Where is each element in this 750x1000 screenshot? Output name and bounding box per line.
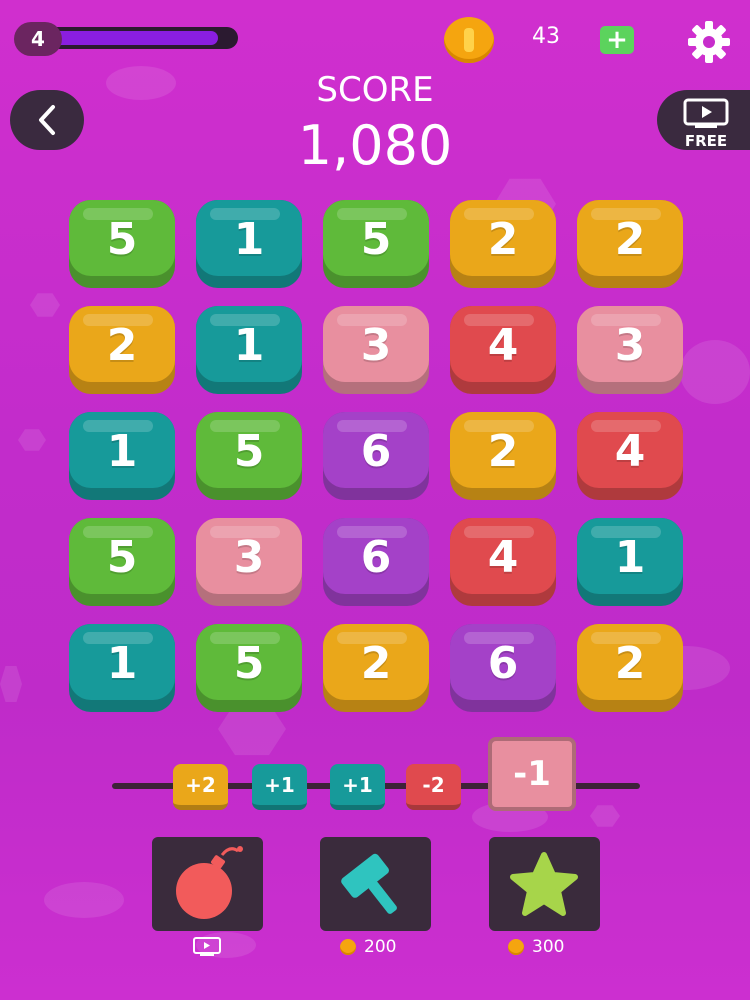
board-tile[interactable]: 1 xyxy=(577,518,683,606)
board-tile[interactable]: 1 xyxy=(69,624,175,712)
board-tile-value: 2 xyxy=(487,426,519,477)
hammer-price: 200 xyxy=(340,936,396,958)
board-tile-value: 5 xyxy=(233,638,265,689)
bomb-icon xyxy=(176,846,243,919)
board-tile-value: 1 xyxy=(233,320,265,371)
board-tile[interactable]: 1 xyxy=(69,412,175,500)
bomb-price xyxy=(192,936,230,958)
board-tile[interactable]: 2 xyxy=(577,200,683,288)
board-tile[interactable]: 4 xyxy=(577,412,683,500)
queue-tile: +2 xyxy=(173,764,228,810)
video-ad-icon xyxy=(193,937,221,956)
board-tile[interactable]: 1 xyxy=(196,200,302,288)
score-label: SCORE xyxy=(316,70,434,110)
board-tile-value: 6 xyxy=(487,638,519,689)
coin-icon xyxy=(340,939,356,955)
coin-count: 43 xyxy=(532,24,560,49)
queue-tile: +1 xyxy=(330,764,385,810)
board-tile-value: 5 xyxy=(106,532,138,583)
board-tile-value: 2 xyxy=(614,214,646,265)
board-tile[interactable]: 4 xyxy=(450,518,556,606)
board-tile[interactable]: 6 xyxy=(323,518,429,606)
chevron-left-icon xyxy=(39,105,55,135)
level-badge: 4 xyxy=(14,22,62,56)
board-tile[interactable]: 5 xyxy=(323,200,429,288)
board-tile[interactable]: 3 xyxy=(577,306,683,394)
board-tile[interactable]: 2 xyxy=(450,200,556,288)
bg-blob xyxy=(680,340,750,404)
free-label: FREE xyxy=(684,132,728,150)
board-tile-value: 2 xyxy=(360,638,392,689)
board-tile-value: 2 xyxy=(487,214,519,265)
board-tile[interactable]: 5 xyxy=(69,518,175,606)
game-board: 5 1 5 2 2 2 1 3 4 3 1 5 6 2 4 5 3 6 4 1 1 5 2 6 2 xyxy=(69,200,684,720)
board-tile[interactable]: 5 xyxy=(196,412,302,500)
bg-hexagon xyxy=(590,805,620,827)
coin-icon xyxy=(444,17,494,63)
board-tile[interactable]: 2 xyxy=(450,412,556,500)
board-tile-value: 4 xyxy=(487,532,519,583)
bg-hexagon xyxy=(0,666,22,702)
board-tile-value: 5 xyxy=(233,426,265,477)
board-tile-value: 2 xyxy=(614,638,646,689)
board-tile[interactable]: 6 xyxy=(323,412,429,500)
level-progress: 4 xyxy=(14,22,240,56)
board-tile[interactable]: 2 xyxy=(577,624,683,712)
board-tile-value: 1 xyxy=(106,638,138,689)
board-tile-value: 1 xyxy=(106,426,138,477)
board-tile-value: 6 xyxy=(360,426,392,477)
board-tile-value: 5 xyxy=(360,214,392,265)
board-tile-value: 1 xyxy=(614,532,646,583)
bomb-booster-button[interactable] xyxy=(152,837,263,931)
coin-icon xyxy=(508,939,524,955)
back-button[interactable] xyxy=(10,90,84,150)
queue-tile: +1 xyxy=(252,764,307,810)
board-tile[interactable]: 3 xyxy=(323,306,429,394)
board-tile-value: 6 xyxy=(360,532,392,583)
board-tile[interactable]: 2 xyxy=(69,306,175,394)
bg-hexagon xyxy=(18,429,46,451)
free-video-button[interactable]: FREE xyxy=(657,90,750,150)
queue-tile: -2 xyxy=(406,764,461,810)
board-tile[interactable]: 6 xyxy=(450,624,556,712)
board-tile-value: 4 xyxy=(614,426,646,477)
star-price: 300 xyxy=(508,936,564,958)
board-tile-value: 1 xyxy=(233,214,265,265)
add-coins-button[interactable]: + xyxy=(600,26,634,54)
star-cost: 300 xyxy=(532,937,565,957)
board-tile-value: 2 xyxy=(106,320,138,371)
board-tile[interactable]: 1 xyxy=(196,306,302,394)
board-tile-value: 3 xyxy=(360,320,392,371)
board-tile[interactable]: 5 xyxy=(196,624,302,712)
board-tile-value: 3 xyxy=(233,532,265,583)
gear-icon[interactable] xyxy=(686,19,732,65)
board-tile-value: 5 xyxy=(106,214,138,265)
hammer-cost: 200 xyxy=(364,937,397,957)
hammer-booster-button[interactable] xyxy=(320,837,431,931)
star-booster-button[interactable] xyxy=(489,837,600,931)
bg-blob xyxy=(44,882,124,918)
score-value: 1,080 xyxy=(297,114,453,177)
level-progress-fill xyxy=(36,31,219,45)
star-icon xyxy=(510,852,578,916)
board-tile[interactable]: 3 xyxy=(196,518,302,606)
board-tile[interactable]: 2 xyxy=(323,624,429,712)
board-tile-value: 3 xyxy=(614,320,646,371)
board-tile[interactable]: 4 xyxy=(450,306,556,394)
video-ad-icon xyxy=(683,98,729,128)
board-tile-value: 4 xyxy=(487,320,519,371)
current-queue-tile: -1 xyxy=(488,737,576,811)
board-tile[interactable]: 5 xyxy=(69,200,175,288)
bg-hexagon xyxy=(30,293,60,317)
level-progress-track xyxy=(32,27,238,49)
hammer-icon xyxy=(341,853,397,914)
